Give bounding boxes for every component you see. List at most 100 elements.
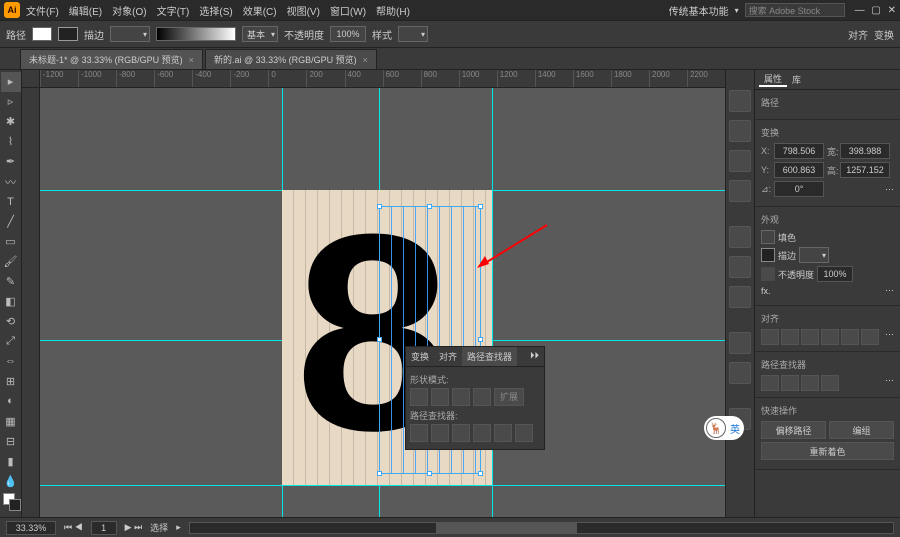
x-input[interactable]: 798.506	[774, 143, 824, 159]
pen-tool[interactable]: ✒	[1, 152, 21, 172]
selection-tool[interactable]: ▸	[1, 72, 21, 92]
rotate-tool[interactable]: ⟲	[1, 311, 21, 331]
align-right-button[interactable]	[801, 329, 819, 345]
stroke-weight-dropdown[interactable]	[110, 26, 150, 42]
align-hcenter-button[interactable]	[781, 329, 799, 345]
divide-button[interactable]	[410, 424, 428, 442]
align-vcenter-button[interactable]	[841, 329, 859, 345]
gradient-panel-icon[interactable]	[729, 256, 751, 278]
exclude-button[interactable]	[821, 375, 839, 391]
more-options-icon[interactable]: ⋯	[885, 285, 894, 296]
offset-path-button[interactable]: 偏移路径	[761, 421, 826, 439]
free-transform-tool[interactable]: ⊞	[1, 371, 21, 391]
menu-edit[interactable]: 编辑(E)	[69, 3, 102, 18]
collapse-icon[interactable]: ⏵⏵	[525, 347, 544, 366]
artboards-panel-icon[interactable]	[729, 362, 751, 384]
stroke-weight-dropdown[interactable]	[799, 247, 829, 263]
ruler-origin[interactable]	[22, 70, 40, 88]
expand-button[interactable]: 扩展	[494, 388, 524, 406]
artboard-index[interactable]: 1	[91, 521, 117, 535]
ruler-horizontal[interactable]: -1200-1000-800-600-400-20002004006008001…	[40, 70, 725, 88]
stroke-swatch[interactable]	[761, 248, 775, 262]
symbols-panel-icon[interactable]	[729, 180, 751, 202]
artboard-nav-prev[interactable]: ⏮ ◀	[64, 522, 83, 533]
fill-swatch[interactable]	[32, 27, 52, 41]
shape-builder-tool[interactable]: ◐	[1, 391, 21, 411]
minus-front-button[interactable]	[431, 388, 449, 406]
scrollbar-thumb[interactable]	[436, 523, 577, 533]
opacity-input[interactable]: 100%	[330, 26, 366, 42]
canvas[interactable]: -1200-1000-800-600-400-20002004006008001…	[22, 70, 725, 517]
width-tool[interactable]: ⇔	[1, 351, 21, 371]
brush-preview[interactable]	[156, 27, 236, 41]
tab-libraries[interactable]: 库	[787, 73, 806, 86]
ime-indicator[interactable]: 🦌 英	[704, 416, 744, 440]
intersect-button[interactable]	[452, 388, 470, 406]
exclude-button[interactable]	[473, 388, 491, 406]
style-dropdown[interactable]: 基本	[242, 26, 278, 42]
intersect-button[interactable]	[801, 375, 819, 391]
more-options-icon[interactable]: ⋯	[885, 329, 894, 345]
stroke-panel-icon[interactable]	[729, 226, 751, 248]
arrange-button[interactable]: 编组	[829, 421, 894, 439]
opacity-input[interactable]: 100%	[817, 266, 853, 282]
transform-link[interactable]: 变换	[874, 27, 894, 42]
eraser-tool[interactable]: ◧	[1, 291, 21, 311]
line-tool[interactable]: ╱	[1, 212, 21, 232]
search-input[interactable]: 搜索 Adobe Stock	[745, 3, 845, 17]
type-tool[interactable]: T	[1, 192, 21, 212]
layers-panel-icon[interactable]	[729, 332, 751, 354]
menu-help[interactable]: 帮助(H)	[376, 3, 410, 18]
align-link[interactable]: 对齐	[848, 27, 868, 42]
direct-selection-tool[interactable]: ▹	[1, 92, 21, 112]
width-input[interactable]: 398.988	[840, 143, 890, 159]
tab-properties[interactable]: 属性	[759, 72, 787, 87]
perspective-tool[interactable]: ▦	[1, 411, 21, 431]
curvature-tool[interactable]: 〰	[1, 172, 21, 192]
menu-window[interactable]: 窗口(W)	[330, 3, 366, 18]
artboard-nav-next[interactable]: ▶ ⏭	[125, 522, 143, 533]
menu-view[interactable]: 视图(V)	[287, 3, 320, 18]
rectangle-tool[interactable]: ▭	[1, 232, 21, 252]
eyedropper-tool[interactable]: 💧	[1, 471, 21, 491]
close-icon[interactable]: ✕	[888, 5, 896, 16]
more-options-icon[interactable]: ⋯	[885, 184, 894, 195]
color-swatch[interactable]	[1, 491, 21, 517]
merge-button[interactable]	[452, 424, 470, 442]
tab-untitled-1[interactable]: 未标题-1* @ 33.33% (RGB/GPU 预览) ×	[20, 49, 203, 69]
chevron-right-icon[interactable]: ▸	[176, 522, 181, 533]
align-bottom-button[interactable]	[861, 329, 879, 345]
align-top-button[interactable]	[821, 329, 839, 345]
tab-align[interactable]: 对齐	[434, 347, 462, 366]
maximize-icon[interactable]: ▢	[871, 5, 880, 16]
more-options-icon[interactable]: ⋯	[885, 375, 894, 391]
trim-button[interactable]	[431, 424, 449, 442]
minus-back-button[interactable]	[515, 424, 533, 442]
tab-transform[interactable]: 变换	[406, 347, 434, 366]
minimize-icon[interactable]: —	[855, 5, 865, 16]
zoom-dropdown[interactable]: 33.33%	[6, 521, 56, 535]
menu-select[interactable]: 选择(S)	[199, 3, 232, 18]
menu-effect[interactable]: 效果(C)	[243, 3, 277, 18]
fx-dropdown[interactable]	[398, 26, 428, 42]
y-input[interactable]: 600.863	[774, 162, 824, 178]
close-icon[interactable]: ×	[363, 55, 368, 65]
color-panel-icon[interactable]	[729, 90, 751, 112]
crop-button[interactable]	[473, 424, 491, 442]
align-left-button[interactable]	[761, 329, 779, 345]
brushes-panel-icon[interactable]	[729, 150, 751, 172]
pathfinder-panel[interactable]: 变换 对齐 路径查找器 ⏵⏵ 形状模式: 扩展 路径查找器:	[405, 346, 545, 450]
height-input[interactable]: 1257.152	[840, 162, 890, 178]
angle-input[interactable]: 0°	[774, 181, 824, 197]
menu-object[interactable]: 对象(O)	[112, 3, 146, 18]
ruler-vertical[interactable]	[22, 88, 40, 517]
gradient-tool[interactable]: ▮	[1, 451, 21, 471]
lasso-tool[interactable]: ⌇	[1, 132, 21, 152]
unite-button[interactable]	[410, 388, 428, 406]
scrollbar-horizontal[interactable]	[189, 522, 894, 534]
scale-tool[interactable]: ⤢	[1, 331, 21, 351]
magic-wand-tool[interactable]: ✱	[1, 112, 21, 132]
menu-file[interactable]: 文件(F)	[26, 3, 59, 18]
stroke-swatch[interactable]	[58, 27, 78, 41]
close-icon[interactable]: ×	[189, 55, 194, 65]
